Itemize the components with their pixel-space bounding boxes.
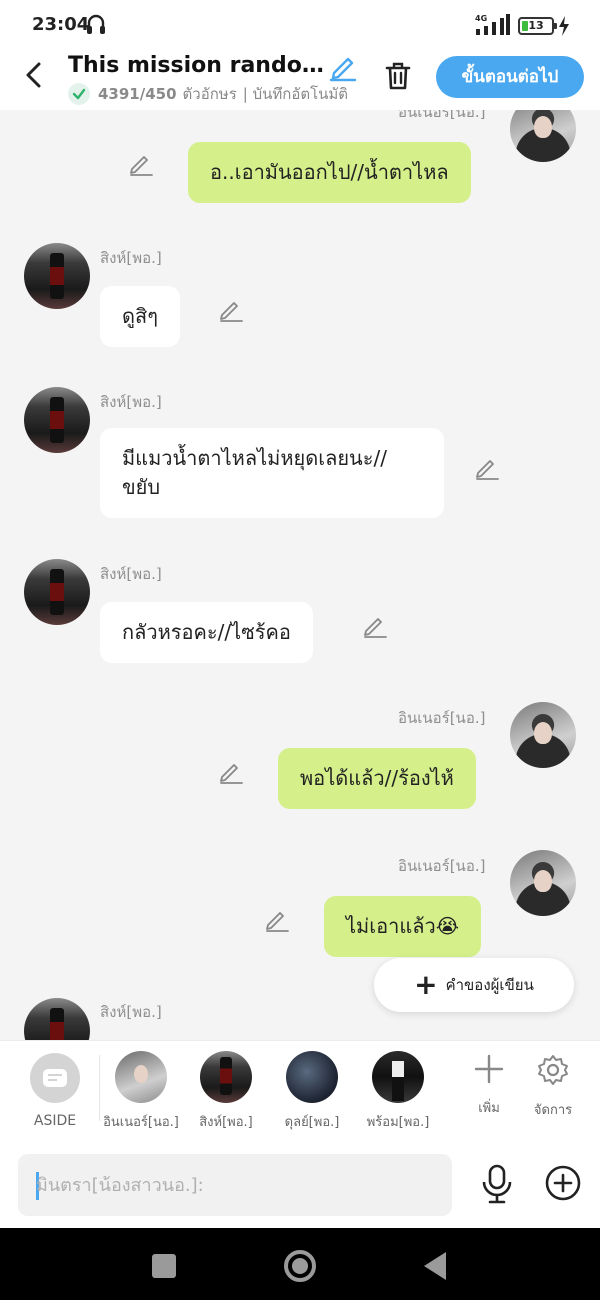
speaker-name: อินเนอร์[นอ.] [398, 110, 486, 121]
character-label: สิงห์[พอ.] [199, 1115, 253, 1130]
character-avatar [115, 1051, 167, 1103]
character-item[interactable]: อินเนอร์[นอ.] [99, 1051, 183, 1132]
edit-pencil-icon[interactable] [362, 612, 388, 638]
character-label: ดุลย์[พอ.] [284, 1115, 340, 1130]
signal-icon [476, 14, 510, 35]
speaker-name: สิงห์[พอ.] [100, 1003, 162, 1021]
speaker-name: สิงห์[พอ.] [100, 249, 162, 267]
character-item[interactable]: ดุลย์[พอ.] [270, 1051, 354, 1132]
edit-title-icon[interactable] [328, 52, 358, 82]
author-note-button[interactable]: + คำของผู้เขียน [374, 958, 574, 1012]
add-circle-icon[interactable] [544, 1164, 582, 1202]
back-triangle-icon[interactable] [424, 1252, 446, 1280]
status-time: 23:04 [32, 14, 90, 35]
message-bubble[interactable]: มีแมวน้ำตาไหลไม่หยุดเลยนะ//ขยับ [100, 428, 444, 518]
edit-pencil-icon[interactable] [264, 906, 290, 932]
input-bar [0, 1140, 600, 1228]
recents-icon[interactable] [152, 1254, 176, 1278]
speaker-name: สิงห์[พอ.] [100, 393, 162, 411]
gear-icon [538, 1055, 568, 1085]
chat-area: อินเนอร์[นอ.] อ..เอามันออกไป//น้ำตาไหล ส… [0, 110, 600, 1040]
microphone-icon[interactable] [480, 1164, 514, 1204]
character-avatar [200, 1051, 252, 1103]
character-item[interactable]: สิงห์[พอ.] [184, 1051, 268, 1132]
edit-pencil-icon[interactable] [128, 150, 154, 176]
message-bubble[interactable]: พอได้แล้ว//ร้องไห้ [278, 748, 476, 809]
aside-button[interactable] [30, 1053, 80, 1103]
message-field[interactable] [18, 1154, 452, 1216]
message-icon [43, 1069, 67, 1087]
speaker-name: อินเนอร์[นอ.] [398, 857, 486, 875]
speaker-avatar[interactable] [510, 110, 576, 162]
edit-pencil-icon[interactable] [218, 296, 244, 322]
message-bubble[interactable]: อ..เอามันออกไป//น้ำตาไหล [188, 142, 471, 203]
edit-pencil-icon[interactable] [474, 454, 500, 480]
char-count: 4391/450 [98, 85, 177, 103]
speaker-name: อินเนอร์[นอ.] [398, 709, 486, 727]
battery-level: 13 [528, 19, 544, 32]
speaker-avatar[interactable] [510, 702, 576, 768]
message-input[interactable] [36, 1154, 436, 1216]
speaker-avatar[interactable] [24, 559, 90, 625]
message-bubble[interactable]: ไม่เอาแล้ว😭 [324, 896, 482, 957]
speaker-avatar[interactable] [24, 387, 90, 453]
add-character-button[interactable]: เพิ่ม [464, 1053, 514, 1118]
character-bar: ASIDE อินเนอร์[นอ.] สิงห์[พอ.] ดุลย์[พอ.… [0, 1040, 600, 1140]
add-label: เพิ่ม [478, 1101, 500, 1116]
title-meta: 4391/450 ตัวอักษร | บันทึกอัตโนมัติ [68, 82, 348, 106]
editor-header: This mission randomly started 4391/450 ต… [0, 50, 600, 110]
message-bubble[interactable]: กลัวหรอคะ//ไซร้คอ [100, 602, 313, 663]
battery-icon: 13 [518, 17, 557, 35]
speaker-avatar[interactable] [510, 850, 576, 916]
plus-icon: + [414, 968, 438, 1001]
speaker-name: สิงห์[พอ.] [100, 565, 162, 583]
character-label: อินเนอร์[นอ.] [103, 1115, 179, 1130]
edit-pencil-icon[interactable] [218, 758, 244, 784]
speaker-avatar[interactable] [24, 998, 90, 1040]
character-item[interactable]: พร้อม[พอ.] [356, 1051, 440, 1132]
next-step-button[interactable]: ขั้นตอนต่อไป [436, 56, 584, 98]
plus-icon [474, 1054, 504, 1084]
story-title: This mission randomly started [68, 53, 324, 78]
status-bar: 23:04 4G 13 [0, 0, 600, 50]
headphones-icon [87, 14, 105, 34]
system-nav-bar [0, 1228, 600, 1300]
manage-label: จัดการ [533, 1103, 573, 1118]
message-bubble[interactable]: ดูสิๆ [100, 286, 180, 347]
character-label: พร้อม[พอ.] [366, 1115, 430, 1130]
back-arrow-icon[interactable] [22, 60, 46, 90]
char-count-unit: ตัวอักษร [182, 85, 237, 103]
character-avatar [286, 1051, 338, 1103]
manage-characters-button[interactable]: จัดการ [528, 1053, 578, 1120]
charging-icon [559, 16, 569, 36]
aside-label: ASIDE [33, 1113, 77, 1129]
trash-icon[interactable] [382, 60, 414, 92]
character-avatar [372, 1051, 424, 1103]
speaker-avatar[interactable] [24, 243, 90, 309]
home-icon[interactable] [284, 1250, 316, 1282]
author-note-label: คำของผู้เขียน [445, 976, 534, 994]
screen: 23:04 4G 13 This mission randomly starte… [0, 0, 600, 1300]
autosave-label: | บันทึกอัตโนมัติ [242, 85, 349, 103]
check-icon [68, 83, 90, 105]
